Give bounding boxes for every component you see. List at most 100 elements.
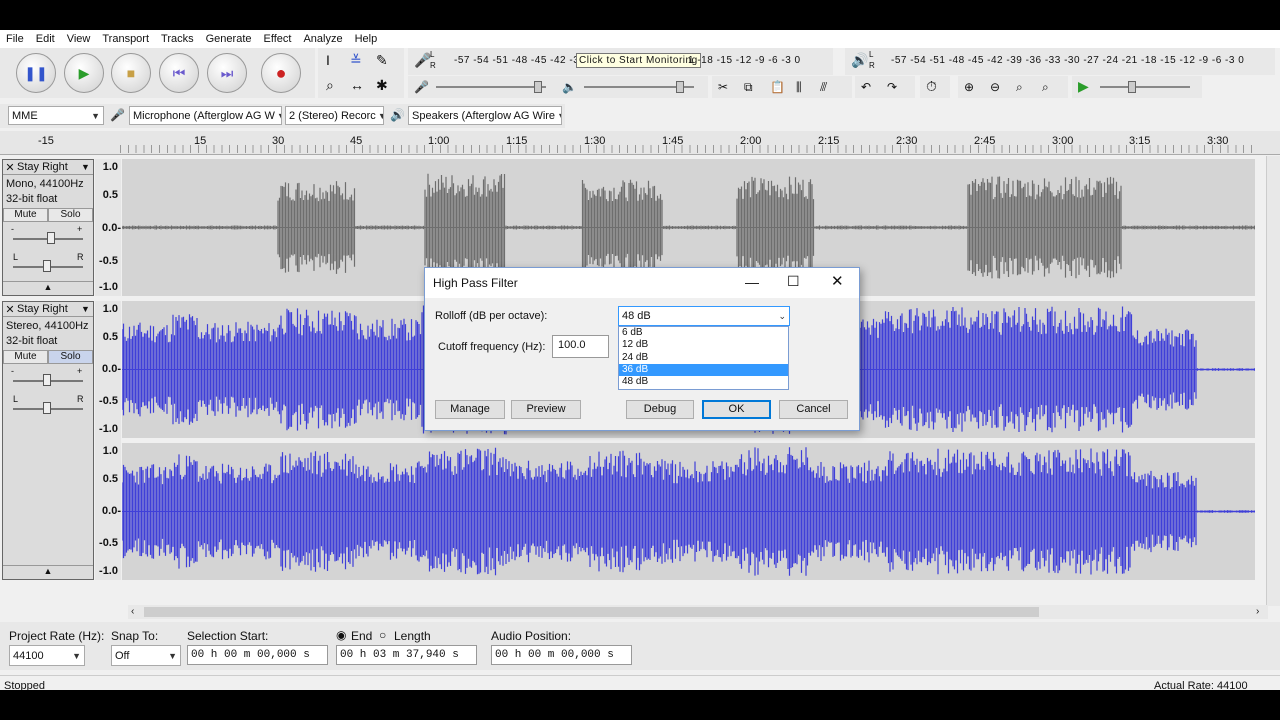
recording-channels-select[interactable]: 2 (Stereo) Recorc▼	[285, 106, 384, 125]
rolloff-option[interactable]: 12 dB	[619, 339, 788, 351]
selection-tool-icon[interactable]: I	[326, 53, 330, 67]
selection-start-label: Selection Start:	[187, 629, 269, 643]
menu-item-view[interactable]: View	[61, 33, 97, 45]
rolloff-option[interactable]: 48 dB	[619, 376, 788, 388]
playback-device-select[interactable]: Speakers (Afterglow AG Wire▼	[408, 106, 562, 125]
ok-button[interactable]: OK	[702, 400, 771, 419]
audio-host-select[interactable]: MME ▼	[8, 106, 104, 125]
menu-item-effect[interactable]: Effect	[258, 33, 298, 45]
chevron-up-icon: ▲	[43, 282, 53, 292]
snap-to-select[interactable]: Off ▼	[111, 645, 181, 666]
scroll-right-icon[interactable]: ›	[1256, 606, 1259, 617]
mute-button[interactable]: Mute	[3, 208, 48, 222]
copy-icon[interactable]: ⧉	[744, 80, 753, 94]
close-icon[interactable]: ✕	[3, 303, 17, 316]
zoom-in-icon[interactable]: ⊕	[964, 80, 974, 94]
track-title-bar[interactable]: ✕ Stay Right ▼	[3, 302, 93, 317]
scroll-left-icon[interactable]: ‹	[131, 606, 134, 617]
track-vertical-ruler[interactable]: 1.0 0.5 0.0- -0.5 -1.0	[95, 159, 121, 296]
track-name[interactable]: Stay Right	[17, 161, 81, 173]
close-icon[interactable]: ✕	[831, 272, 844, 290]
cancel-button[interactable]: Cancel	[779, 400, 848, 419]
undo-toolbar: ↶ ↷	[855, 76, 915, 98]
manage-button[interactable]: Manage	[435, 400, 505, 419]
solo-button[interactable]: Solo	[48, 208, 93, 222]
horizontal-scrollbar[interactable]: ‹ ›	[128, 605, 1268, 619]
timer-icon[interactable]: ⏱	[926, 79, 937, 93]
play-at-speed-toolbar: ▶	[1072, 76, 1202, 98]
collapse-track-button[interactable]: ▲	[3, 281, 93, 295]
preview-button[interactable]: Preview	[511, 400, 581, 419]
record-icon: ●	[275, 63, 287, 83]
audio-position-field[interactable]: 00 h 00 m 00,000 s	[491, 645, 632, 665]
silence-icon[interactable]: ⫻	[820, 80, 827, 94]
stop-button[interactable]: ■	[111, 53, 151, 93]
record-meter-scale[interactable]: -57 -54 -51 -48 -45 -42 -3	[454, 55, 579, 66]
maximize-icon[interactable]: ☐	[787, 273, 800, 290]
paste-icon[interactable]: 📋	[770, 80, 785, 94]
record-button[interactable]: ●	[261, 53, 301, 93]
menu-item-edit[interactable]: Edit	[30, 33, 61, 45]
speed-slider[interactable]	[1100, 86, 1190, 88]
menu-item-file[interactable]: File	[0, 33, 30, 45]
cut-icon[interactable]: ✂	[718, 80, 728, 94]
draw-tool-icon[interactable]: ✎	[376, 53, 388, 67]
menu-item-analyze[interactable]: Analyze	[297, 33, 348, 45]
selection-start-field[interactable]: 00 h 00 m 00,000 s	[187, 645, 328, 665]
redo-icon[interactable]: ↷	[887, 80, 897, 94]
timeshift-tool-icon[interactable]: ↔	[350, 78, 364, 92]
skip-start-button[interactable]: ⏮	[159, 53, 199, 93]
rolloff-option[interactable]: 24 dB	[619, 352, 788, 364]
pan-slider-thumb[interactable]	[43, 260, 51, 272]
gain-slider-thumb[interactable]	[47, 232, 55, 244]
zoom-out-icon[interactable]: ⊖	[990, 80, 1000, 94]
menu-item-tracks[interactable]: Tracks	[155, 33, 200, 45]
collapse-track-button[interactable]: ▲	[3, 565, 93, 579]
vertical-scrollbar[interactable]	[1266, 156, 1280, 606]
cutoff-frequency-input[interactable]: 100.0	[552, 335, 609, 358]
fit-project-icon[interactable]: ⌕	[1042, 80, 1049, 94]
undo-icon[interactable]: ↶	[861, 80, 871, 94]
track-title-bar[interactable]: ✕ Stay Right ▼	[3, 160, 93, 175]
skip-end-button[interactable]: ⏭	[207, 53, 247, 93]
track-vertical-ruler[interactable]: 1.0 0.5 0.0- -0.5 -1.0 1.0 0.5 0.0- -0.5…	[95, 301, 121, 580]
playback-volume-thumb[interactable]	[676, 81, 684, 93]
stereo-right-waveform[interactable]	[122, 443, 1255, 580]
end-radio[interactable]: ◉	[336, 628, 346, 642]
play-button[interactable]: ▶	[64, 53, 104, 93]
recording-device-select[interactable]: Microphone (Afterglow AG W▼	[129, 106, 282, 125]
close-icon[interactable]: ✕	[3, 161, 17, 174]
selection-end-field[interactable]: 00 h 03 m 37,940 s	[336, 645, 477, 665]
multi-tool-icon[interactable]: ✱	[376, 78, 388, 92]
sync-lock-toolbar: ⏱	[920, 76, 950, 98]
chevron-down-icon[interactable]: ▼	[81, 304, 93, 314]
length-radio[interactable]: ○	[379, 628, 386, 642]
recording-volume-thumb[interactable]	[534, 81, 542, 93]
speed-slider-thumb[interactable]	[1128, 81, 1136, 93]
envelope-tool-icon[interactable]: ≚	[350, 53, 362, 67]
rolloff-select[interactable]: 48 dB ⌄	[618, 306, 790, 326]
rolloff-option[interactable]: 6 dB	[619, 327, 788, 339]
minimize-icon[interactable]: —	[745, 274, 759, 290]
menu-item-help[interactable]: Help	[349, 33, 384, 45]
menu-item-transport[interactable]: Transport	[96, 33, 155, 45]
trim-icon[interactable]: ⫼	[796, 80, 802, 94]
track-name[interactable]: Stay Right	[17, 303, 81, 315]
project-rate-select[interactable]: 44100 ▼	[9, 645, 85, 666]
recording-volume-slider[interactable]	[436, 86, 546, 88]
horizontal-scroll-thumb[interactable]	[144, 607, 1039, 617]
debug-button[interactable]: Debug	[626, 400, 694, 419]
fit-selection-icon[interactable]: ⌕	[1016, 80, 1023, 94]
menu-item-generate[interactable]: Generate	[200, 33, 258, 45]
rolloff-option[interactable]: 36 dB	[619, 363, 788, 377]
play-at-speed-icon[interactable]: ▶	[1078, 79, 1089, 93]
mute-button[interactable]: Mute	[3, 350, 48, 364]
pan-slider-thumb[interactable]	[43, 402, 51, 414]
solo-button[interactable]: Solo	[48, 350, 93, 364]
playback-meter-scale[interactable]: -57 -54 -51 -48 -45 -42 -39 -36 -33 -30 …	[891, 55, 1244, 66]
chevron-down-icon[interactable]: ▼	[81, 162, 93, 172]
gain-slider-thumb[interactable]	[43, 374, 51, 386]
timeline-ruler[interactable]: -15 15 30 45 1:00 1:15 1:30 1:45 2:00 2:15 2:30 2:4…	[0, 131, 1280, 155]
pause-button[interactable]: ❚❚	[16, 53, 56, 93]
zoom-tool-icon[interactable]: ⌕	[326, 78, 334, 92]
